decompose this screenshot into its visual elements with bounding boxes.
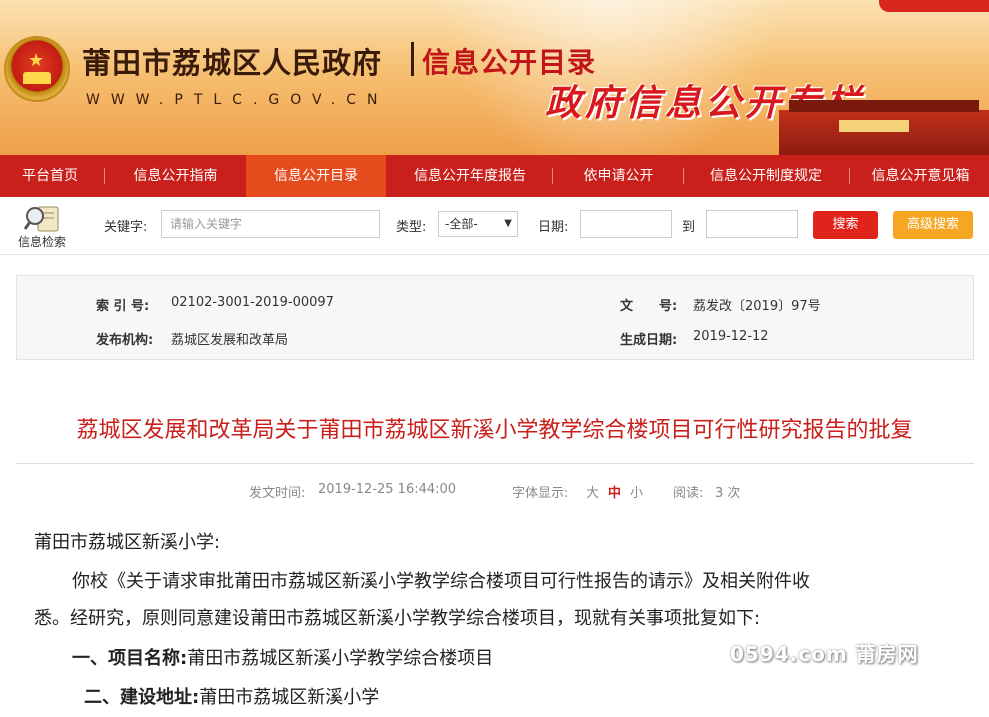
nav-item-feedback[interactable]: 信息公开意见箱 xyxy=(852,155,989,197)
publisher-label: 发布机构: xyxy=(96,333,154,348)
banner-corner xyxy=(879,0,989,12)
post-time: 2019-12-25 16:44:00 xyxy=(318,482,457,497)
header-banner: ★ 莆田市荔城区人民政府 信息公开目录 WWW.PTLC.GOV.CN 政府信息… xyxy=(0,0,989,155)
docno-value: 荔发改〔2019〕97号 xyxy=(693,299,821,314)
type-select-value: -全部- xyxy=(445,217,478,231)
font-size-label: 字体显示: xyxy=(512,486,569,501)
keyword-input[interactable]: 请输入关键字 xyxy=(161,210,380,238)
docno-label: 文 号: xyxy=(620,299,678,314)
keyword-label: 关键字: xyxy=(104,220,148,235)
item-value: 莆田市荔城区新溪小学教学综合楼项目 xyxy=(187,648,494,669)
views-count: 3 次 xyxy=(715,486,741,501)
advanced-search-button[interactable]: 高级搜索 xyxy=(893,211,973,239)
nav-item-catalog[interactable]: 信息公开目录 xyxy=(246,155,386,197)
font-medium-button[interactable]: 中 xyxy=(608,482,621,501)
tiananmen-illustration xyxy=(779,100,989,155)
type-select[interactable]: -全部- ▼ xyxy=(438,211,518,237)
nav-item-apply[interactable]: 依申请公开 xyxy=(556,155,681,197)
nav-divider xyxy=(683,168,684,184)
post-time-label: 发文时间: xyxy=(249,486,306,501)
type-label: 类型: xyxy=(396,220,427,235)
nav-divider xyxy=(552,168,553,184)
dropdown-arrow-icon: ▼ xyxy=(504,218,512,229)
nav-item-guide[interactable]: 信息公开指南 xyxy=(108,155,243,197)
search-button[interactable]: 搜索 xyxy=(813,211,878,239)
date-label: 生成日期: xyxy=(620,333,678,348)
divider xyxy=(16,463,974,464)
site-url: WWW.PTLC.GOV.CN xyxy=(86,92,389,108)
search-bar: 信息检索 关键字: 请输入关键字 类型: -全部- ▼ 日期: 到 搜索 高级搜… xyxy=(0,197,989,255)
item-label: 二、建设地址: xyxy=(84,687,200,708)
nav-divider xyxy=(849,168,850,184)
watermark: 0594.com 莆房网 xyxy=(730,642,919,666)
nav-item-regulations[interactable]: 信息公开制度规定 xyxy=(686,155,846,197)
paragraph-line: 你校《关于请求审批莆田市荔城区新溪小学教学综合楼项目可行性报告的请示》及相关附件… xyxy=(72,571,810,592)
views-label: 阅读: xyxy=(673,486,704,501)
index-label: 索 引 号: xyxy=(96,299,150,314)
document-meta: 索 引 号: 02102-3001-2019-00097 文 号: 荔发改〔20… xyxy=(16,275,974,360)
date-to-label: 到 xyxy=(682,220,696,235)
nav-item-home[interactable]: 平台首页 xyxy=(0,155,100,197)
info-search-label: 信息检索 xyxy=(17,235,66,249)
end-date-input[interactable] xyxy=(706,210,798,238)
date-value: 2019-12-12 xyxy=(693,329,769,344)
index-value: 02102-3001-2019-00097 xyxy=(171,295,334,310)
site-title[interactable]: 莆田市荔城区人民政府 xyxy=(82,40,382,82)
start-date-input[interactable] xyxy=(580,210,672,238)
item-line: 一、项目名称:莆田市荔城区新溪小学教学综合楼项目 xyxy=(72,644,493,674)
nav-item-annual-report[interactable]: 信息公开年度报告 xyxy=(390,155,550,197)
main-nav: 平台首页 信息公开指南 信息公开目录 信息公开年度报告 依申请公开 信息公开制度… xyxy=(0,155,989,197)
font-small-button[interactable]: 小 xyxy=(630,482,643,501)
article-title: 荔城区发展和改革局关于莆田市荔城区新溪小学教学综合楼项目可行性研究报告的批复 xyxy=(76,418,913,443)
item-line: 二、建设地址:莆田市荔城区新溪小学 xyxy=(84,683,379,713)
nav-divider xyxy=(104,168,105,184)
item-value: 莆田市荔城区新溪小学 xyxy=(199,687,380,708)
info-search-link[interactable]: 信息检索 xyxy=(14,203,70,249)
date-label: 日期: xyxy=(538,220,569,235)
magnifier-icon xyxy=(23,206,59,232)
national-emblem-icon: ★ xyxy=(6,38,68,100)
title-divider xyxy=(411,42,414,76)
paragraph-line: 悉。经研究，原则同意建设莆田市荔城区新溪小学教学综合楼项目，现就有关事项批复如下… xyxy=(34,608,761,629)
item-label: 一、项目名称: xyxy=(72,648,188,669)
publisher-value: 荔城区发展和改革局 xyxy=(171,333,289,348)
font-large-button[interactable]: 大 xyxy=(586,482,599,501)
salutation: 莆田市荔城区新溪小学: xyxy=(34,532,221,553)
